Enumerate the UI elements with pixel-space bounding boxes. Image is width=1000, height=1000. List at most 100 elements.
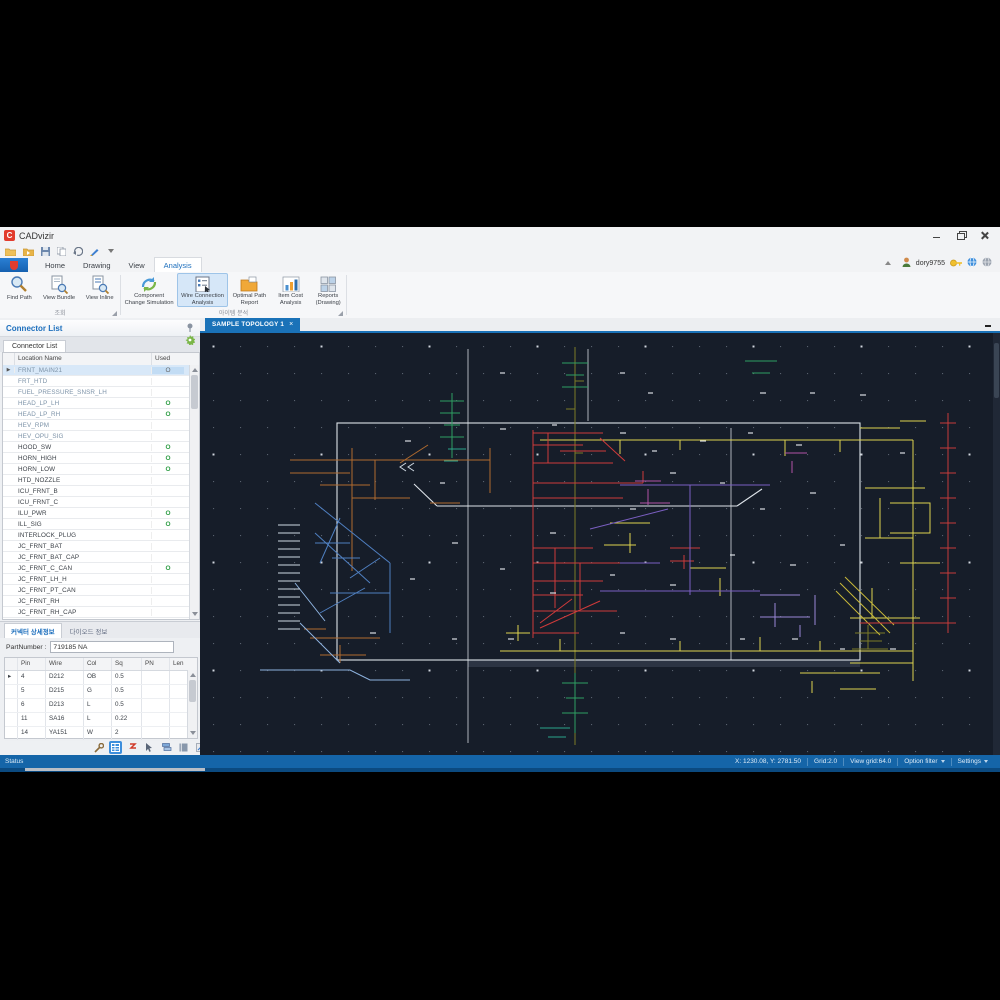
drawing-canvas[interactable] bbox=[200, 333, 1000, 755]
tab-connector-detail[interactable]: 커넥터 상세정보 bbox=[4, 623, 62, 638]
table-row[interactable]: INTERLOCK_PLUG bbox=[3, 530, 189, 541]
tab-home[interactable]: Home bbox=[36, 258, 74, 272]
pin-scrollbar[interactable] bbox=[187, 670, 197, 738]
used-cell: O bbox=[165, 443, 171, 451]
close-button[interactable] bbox=[980, 231, 990, 240]
item-cost-analysis-button[interactable]: Item Cost Analysis bbox=[271, 273, 310, 307]
table-row[interactable]: 11 SA16 L 0.22 bbox=[5, 713, 197, 727]
pin-cell: L bbox=[84, 713, 112, 726]
table-row[interactable]: HOOD_SW O bbox=[3, 442, 189, 453]
open-folder-icon[interactable] bbox=[5, 247, 16, 256]
app-menu-button[interactable] bbox=[0, 258, 28, 272]
table-row[interactable]: HORN_HIGH O bbox=[3, 453, 189, 464]
pen-icon[interactable] bbox=[90, 247, 99, 256]
pin-cell: 11 bbox=[18, 713, 46, 726]
table-row[interactable]: ILU_PWR O bbox=[3, 508, 189, 519]
tool-wrench-icon[interactable] bbox=[92, 741, 105, 754]
tab-connector-list[interactable]: Connector List bbox=[3, 340, 67, 352]
document-tab-strip: SAMPLE TOPOLOGY 1 × bbox=[200, 318, 1000, 333]
table-row[interactable]: ▸ 4 D212 OB 0.5 bbox=[5, 671, 197, 685]
reports-drawing-button[interactable]: Reports (Drawing) bbox=[310, 273, 346, 307]
connector-scrollbar[interactable] bbox=[189, 365, 199, 619]
chevron-down-icon bbox=[984, 759, 988, 763]
table-row[interactable]: 6 D213 L 0.5 bbox=[5, 699, 197, 713]
dialog-launcher-icon[interactable] bbox=[338, 311, 343, 316]
column-header-wire[interactable]: Wire bbox=[46, 658, 84, 670]
column-header-len[interactable]: Len bbox=[170, 658, 197, 670]
table-row[interactable]: ▶ FRNT_MAIN21 O bbox=[3, 365, 189, 376]
column-header-sq[interactable]: Sq bbox=[112, 658, 142, 670]
table-row[interactable]: JC_FRNT_RH bbox=[3, 596, 189, 607]
table-row[interactable]: JC_FRNT_RH_CAP bbox=[3, 607, 189, 618]
used-cell: O bbox=[165, 410, 171, 418]
table-row[interactable]: HEAD_LP_RH O bbox=[3, 409, 189, 420]
grid-size: Grid:2.0 bbox=[814, 758, 838, 765]
row-marker bbox=[5, 685, 18, 698]
qat-dropdown-icon[interactable] bbox=[108, 249, 114, 253]
settings-globe-icon[interactable] bbox=[982, 254, 992, 272]
column-header-col[interactable]: Col bbox=[84, 658, 112, 670]
dialog-launcher-icon[interactable] bbox=[112, 311, 117, 316]
tool-select-icon[interactable] bbox=[143, 741, 156, 754]
table-row[interactable]: ILL_SIG O bbox=[3, 519, 189, 530]
key-icon[interactable] bbox=[950, 254, 962, 272]
table-row[interactable]: JC_FRNT_C_CAN O bbox=[3, 563, 189, 574]
table-row[interactable]: 14 YA151 W 2 bbox=[5, 727, 197, 741]
collapse-ribbon-icon[interactable] bbox=[884, 261, 891, 265]
undo-icon[interactable] bbox=[73, 246, 83, 256]
pin-cell bbox=[142, 671, 170, 684]
taskbar-fragment bbox=[25, 768, 205, 771]
view-inline-button[interactable]: View Inline bbox=[79, 273, 120, 307]
used-cell: O bbox=[165, 509, 171, 517]
wire-connection-analysis-button[interactable]: Wire Connection Analysis bbox=[177, 273, 228, 307]
component-change-simulation-button[interactable]: Component Change Simulation bbox=[121, 273, 177, 307]
document-minimize-icon[interactable] bbox=[985, 325, 991, 327]
table-row[interactable]: JC_FRNT_BAT_CAP bbox=[3, 552, 189, 563]
tab-diode-info[interactable]: 다이오드 정보 bbox=[64, 624, 114, 638]
find-path-button[interactable]: Find Path bbox=[0, 273, 39, 307]
save-icon[interactable] bbox=[41, 246, 50, 256]
tab-drawing[interactable]: Drawing bbox=[74, 258, 120, 272]
tab-view[interactable]: View bbox=[120, 258, 154, 272]
table-row[interactable]: HEV_OPU_SIG bbox=[3, 431, 189, 442]
column-header-pn[interactable]: PN bbox=[142, 658, 170, 670]
help-globe-icon[interactable] bbox=[967, 254, 977, 272]
tool-book-icon[interactable] bbox=[177, 741, 190, 754]
column-header-pin[interactable]: Pin bbox=[18, 658, 46, 670]
table-row[interactable]: FUEL_PRESSURE_SNSR_LH bbox=[3, 387, 189, 398]
settings-dropdown[interactable]: Settings bbox=[952, 758, 995, 765]
import-folder-icon[interactable] bbox=[23, 247, 34, 256]
tool-redline-icon[interactable] bbox=[126, 741, 139, 754]
table-row[interactable]: HORN_LOW O bbox=[3, 464, 189, 475]
tab-sample-topology-1[interactable]: SAMPLE TOPOLOGY 1 × bbox=[205, 318, 301, 331]
window-title: CADvizir bbox=[19, 230, 54, 241]
view-bundle-button[interactable]: View Bundle bbox=[39, 273, 80, 307]
tab-analysis[interactable]: Analysis bbox=[153, 257, 202, 272]
table-row[interactable]: 5 D215 G 0.5 bbox=[5, 685, 197, 699]
optimal-path-report-button[interactable]: Optimal Path Report bbox=[228, 273, 271, 307]
table-row[interactable]: FRT_HTD bbox=[3, 376, 189, 387]
table-row[interactable]: JC_FRNT_BAT bbox=[3, 541, 189, 552]
connector-panel: Connector List Connector List Location N… bbox=[0, 318, 206, 755]
table-row[interactable]: HEAD_LP_LH O bbox=[3, 398, 189, 409]
part-number-label: PartNumber : bbox=[6, 643, 47, 651]
tool-layers-icon[interactable] bbox=[160, 741, 173, 754]
column-header-used[interactable]: Used bbox=[152, 353, 187, 365]
table-row[interactable]: JC_FRNT_LH_H bbox=[3, 574, 189, 585]
table-row[interactable]: ICU_FRNT_B bbox=[3, 486, 189, 497]
copy-icon[interactable] bbox=[57, 246, 66, 256]
restore-button[interactable] bbox=[956, 231, 967, 240]
tool-grid-icon[interactable] bbox=[109, 741, 122, 754]
table-row[interactable]: JC_FRNT_PT_CAN bbox=[3, 585, 189, 596]
table-row[interactable]: HEV_RPM bbox=[3, 420, 189, 431]
part-number-field[interactable] bbox=[50, 641, 175, 653]
pin-cell: 0.22 bbox=[112, 713, 142, 726]
column-header-location-name[interactable]: Location Name bbox=[15, 353, 152, 365]
minimize-button[interactable] bbox=[932, 231, 942, 240]
table-row[interactable]: HTD_NOZZLE bbox=[3, 475, 189, 486]
chevron-down-icon bbox=[940, 759, 945, 763]
table-row[interactable]: ICU_FRNT_C bbox=[3, 497, 189, 508]
option-filter-dropdown[interactable]: Option filter bbox=[898, 758, 950, 765]
close-tab-icon[interactable]: × bbox=[289, 321, 293, 328]
refresh-gear-icon[interactable] bbox=[185, 332, 200, 352]
